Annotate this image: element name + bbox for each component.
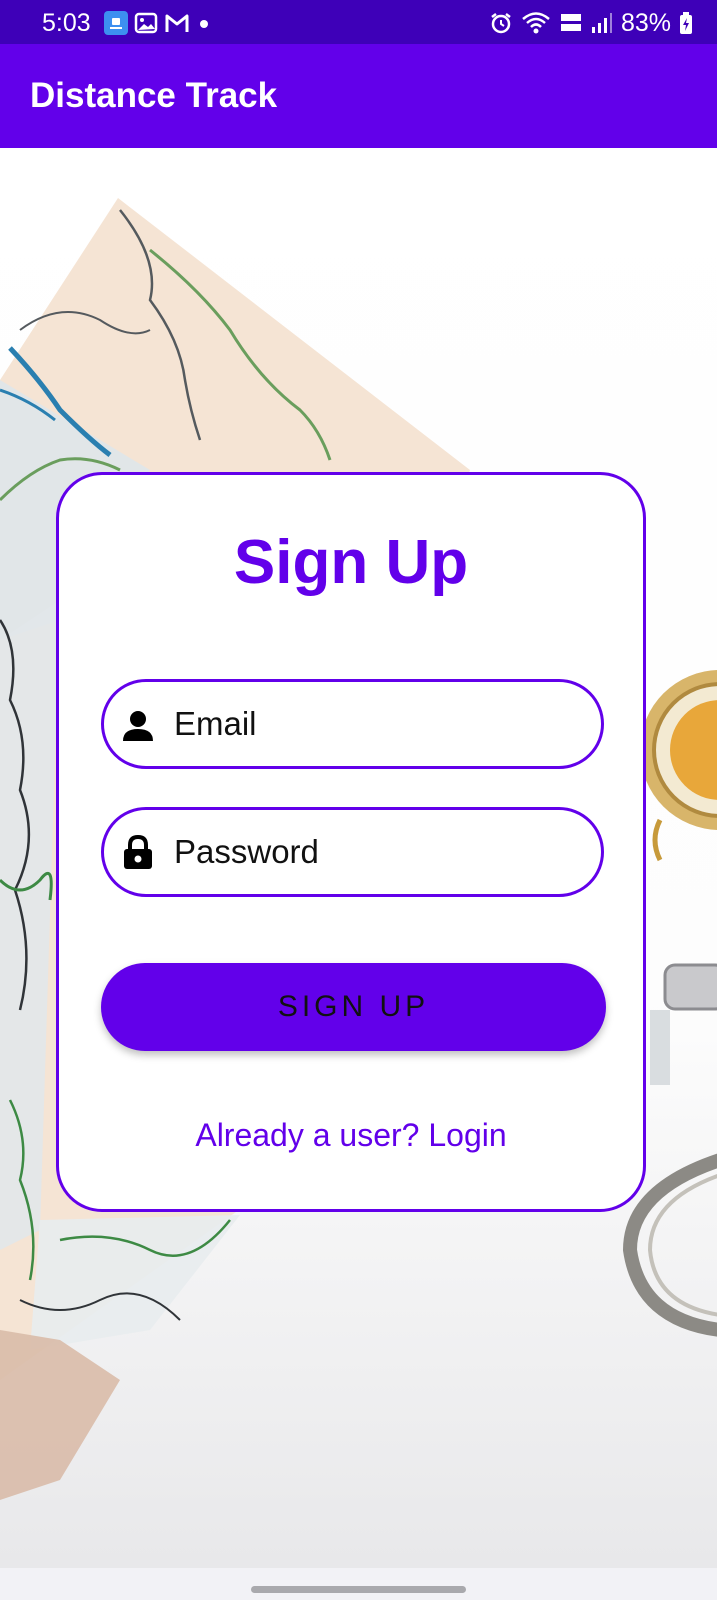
chain-illustration — [622, 1153, 717, 1337]
notification-icons — [104, 11, 212, 35]
email-input[interactable] — [174, 694, 584, 754]
lock-icon — [124, 834, 152, 869]
battery-percentage: 83% — [620, 9, 671, 37]
gmail-icon — [165, 14, 189, 32]
signal-icon — [591, 13, 612, 33]
signup-card: Sign Up SIGN UP Already a user? Login — [56, 472, 646, 1212]
login-link[interactable]: Already a user? Login — [59, 1115, 643, 1155]
home-indicator[interactable] — [251, 1586, 466, 1593]
signup-title: Sign Up — [233, 528, 469, 597]
password-input[interactable] — [174, 822, 584, 882]
email-field[interactable] — [101, 679, 604, 769]
system-icons: 83% — [489, 8, 693, 38]
signup-button[interactable]: SIGN UP — [101, 963, 606, 1051]
alarm-icon — [491, 13, 511, 34]
person-icon — [123, 711, 153, 741]
main-content: Sign Up SIGN UP Already a user? Login — [0, 148, 717, 1568]
app-bar: Distance Track — [0, 44, 717, 148]
app-notification-icon — [104, 11, 128, 35]
battery-charging-icon — [680, 12, 692, 34]
app-title: Distance Track — [30, 76, 278, 115]
more-dot-icon — [200, 20, 208, 28]
status-bar: 5:03 83% — [0, 0, 717, 44]
volte-icon — [560, 14, 581, 31]
navigation-bar — [0, 1568, 717, 1600]
status-time: 5:03 — [42, 9, 91, 37]
gallery-icon — [134, 12, 158, 34]
wifi-icon — [522, 12, 550, 34]
password-field[interactable] — [101, 807, 604, 897]
